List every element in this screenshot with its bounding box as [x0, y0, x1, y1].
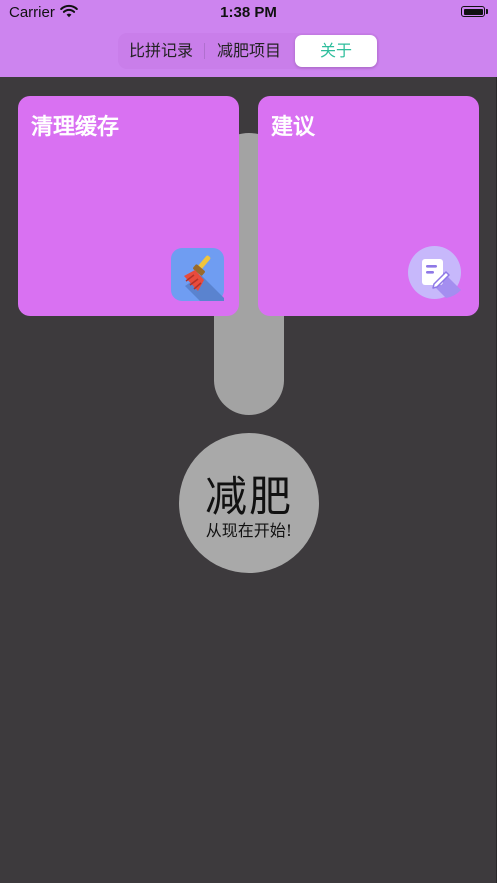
battery-icon [461, 6, 485, 17]
decorative-logo-circle: 减肥 从现在开始! [179, 433, 319, 573]
segmented-control: 比拼记录 减肥项目 关于 [118, 33, 379, 69]
clock: 1:38 PM [220, 4, 277, 21]
tab-about[interactable]: 关于 [295, 35, 377, 67]
tab-bipin-records[interactable]: 比拼记录 [120, 35, 202, 67]
battery-cap [486, 9, 488, 14]
tab-diet-projects[interactable]: 减肥项目 [204, 35, 294, 67]
logo-title: 减肥 [204, 472, 293, 521]
logo-slogan: 从现在开始! [205, 521, 293, 540]
top-bar: Carrier 1:38 PM 比拼记录 减肥项目 关于 [0, 0, 497, 77]
note-edit-icon [408, 246, 461, 299]
clear-cache-title: 清理缓存 [31, 115, 120, 140]
status-bar: Carrier 1:38 PM [0, 0, 497, 26]
suggestion-title: 建议 [271, 115, 316, 140]
suggestion-card[interactable]: 建议 [258, 96, 479, 316]
clear-cache-card[interactable]: 清理缓存 [18, 96, 239, 316]
broom-icon [171, 248, 224, 301]
